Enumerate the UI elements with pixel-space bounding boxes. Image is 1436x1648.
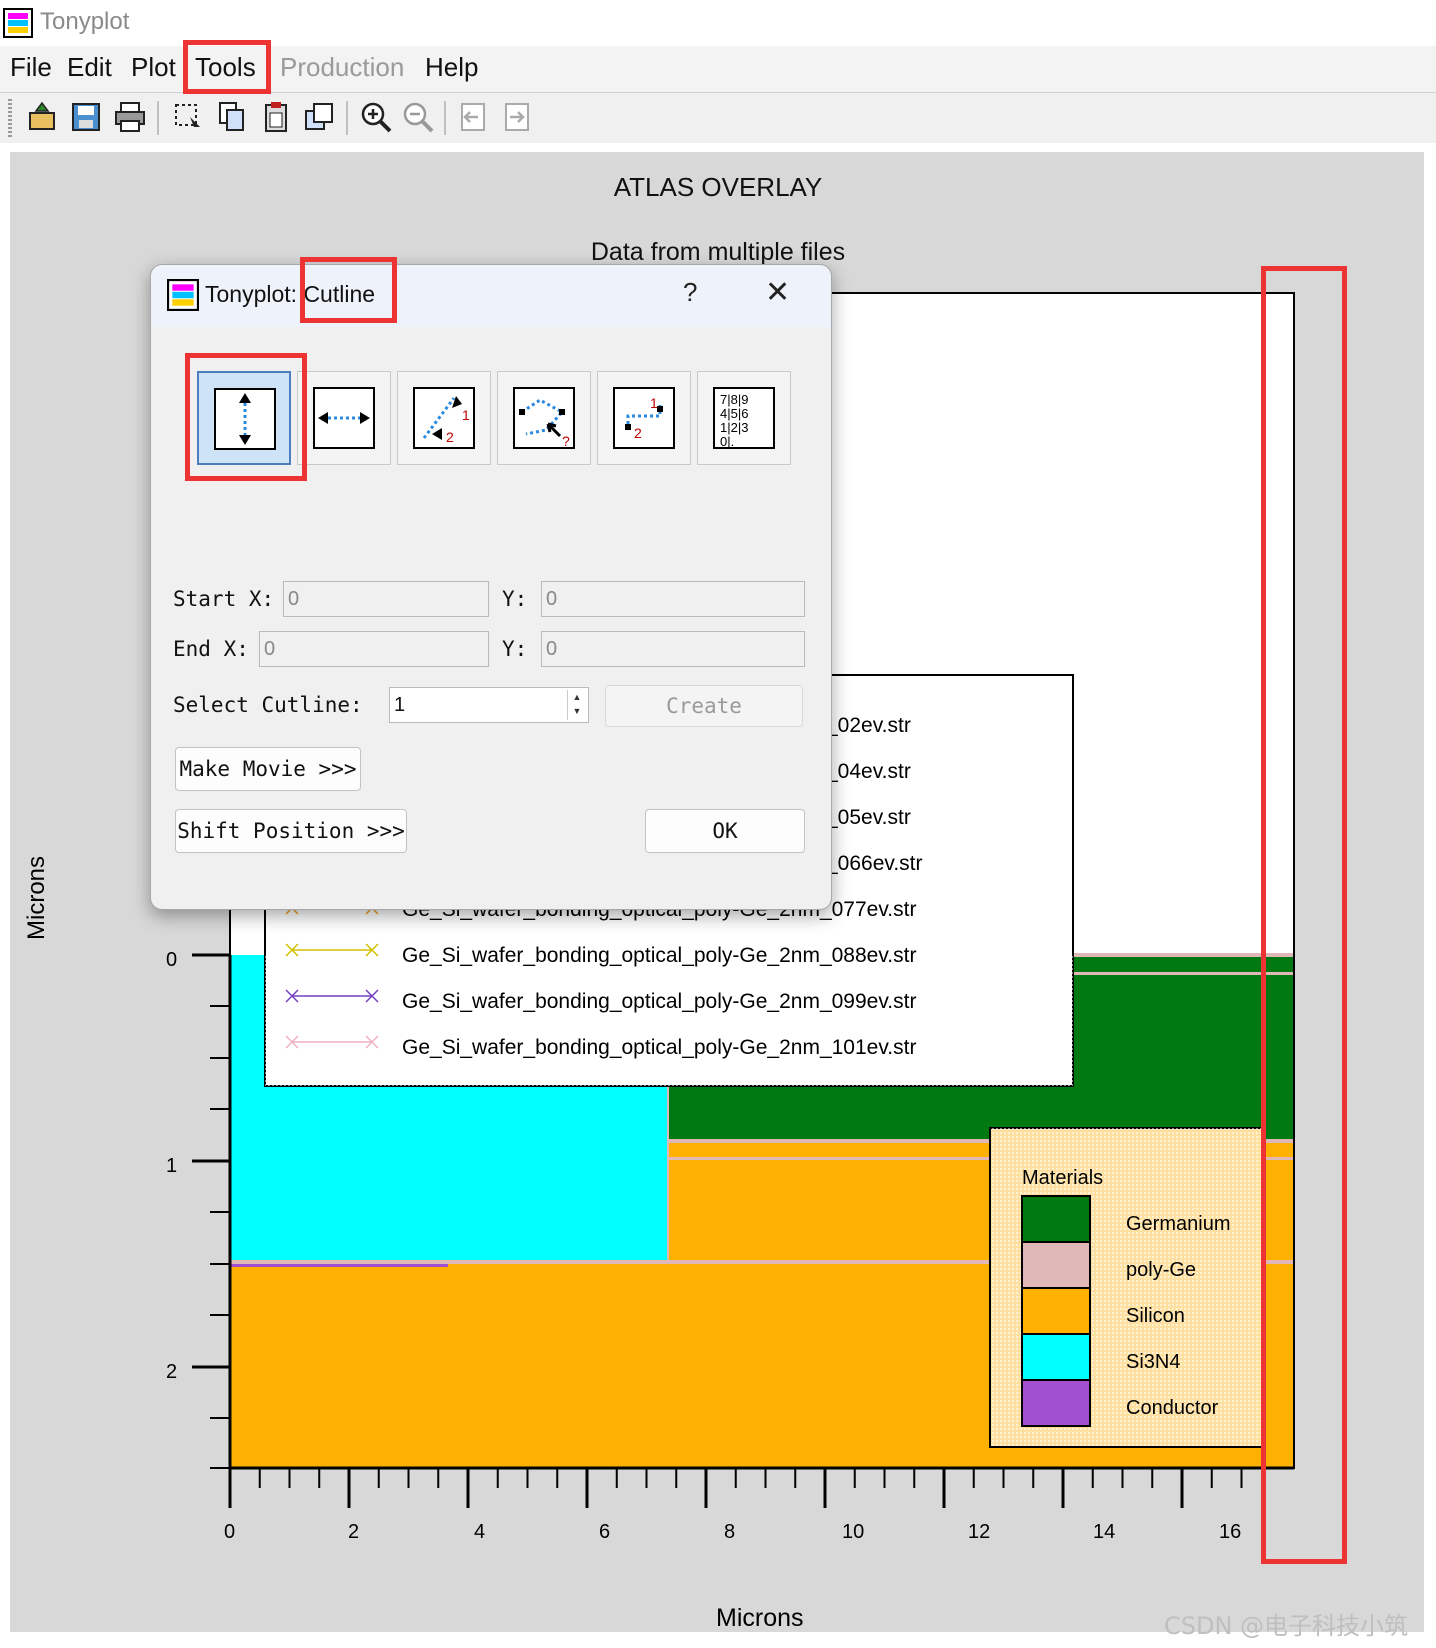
y-tick-label: 2 <box>166 1361 177 1383</box>
polyline-cutline-button[interactable]: ? <box>497 371 591 465</box>
x-tick-label: 4 <box>474 1521 485 1543</box>
file-legend-label: Ge_Si_wafer_bonding_optical_poly-Ge_2nm_… <box>402 944 916 967</box>
start-y-label: Y: <box>502 587 528 611</box>
y-tick-label: 0 <box>166 949 177 971</box>
close-button[interactable]: ✕ <box>765 275 790 310</box>
keypad-cutline-button[interactable]: 7|8|9 4|5|6 1|2|3 0|. <box>697 371 791 465</box>
material-swatch <box>1021 1379 1091 1427</box>
x-tick-label: 10 <box>842 1521 864 1543</box>
x-tick-label: 6 <box>599 1521 610 1543</box>
svg-text:2: 2 <box>446 429 454 445</box>
x-tick-label: 16 <box>1219 1521 1241 1543</box>
make-movie-button[interactable]: Make Movie >>> <box>175 747 361 791</box>
material-name: Conductor <box>1126 1397 1219 1419</box>
svg-text:?: ? <box>562 433 570 449</box>
x-axis-label: Microns <box>716 1604 804 1632</box>
select-cutline-spinner[interactable]: 1 ▲ ▼ <box>389 687 589 723</box>
material-name: Si3N4 <box>1126 1351 1180 1373</box>
end-x-input[interactable]: 0 <box>259 631 489 667</box>
horizontal-cutline-button[interactable] <box>297 371 391 465</box>
tonyplot-app-icon <box>167 279 199 311</box>
highlight-right-edge <box>1261 266 1347 1564</box>
spinner-arrows-icon[interactable]: ▲ ▼ <box>567 690 586 720</box>
highlight-tools-menu <box>183 40 271 94</box>
horizontal-cutline-icon <box>313 387 375 449</box>
materials-legend-title: Materials <box>1022 1167 1103 1189</box>
y-axis-label: Microns <box>23 856 50 940</box>
highlight-vertical-cutline <box>185 353 307 481</box>
svg-text:4|5|6: 4|5|6 <box>720 406 748 421</box>
y-tick-label: 1 <box>166 1155 177 1177</box>
arbitrary-cutline-icon: 1 2 <box>413 387 475 449</box>
material-name: Silicon <box>1126 1305 1185 1327</box>
select-cutline-value: 1 <box>394 694 406 716</box>
shift-position-button[interactable]: Shift Position >>> <box>175 809 407 853</box>
start-x-input[interactable]: 0 <box>283 581 489 617</box>
conductor-layer <box>230 1264 448 1267</box>
arbitrary-cutline-button[interactable]: 1 2 <box>397 371 491 465</box>
material-name: poly-Ge <box>1126 1259 1196 1281</box>
step-cutline-icon: 1 2 <box>613 387 675 449</box>
ok-button[interactable]: OK <box>645 809 805 853</box>
keypad-icon: 7|8|9 4|5|6 1|2|3 0|. <box>713 387 775 449</box>
svg-text:2: 2 <box>634 425 642 441</box>
svg-text:1: 1 <box>462 407 470 423</box>
material-swatch <box>1021 1241 1091 1289</box>
select-cutline-label: Select Cutline: <box>173 693 363 717</box>
material-swatch <box>1021 1287 1091 1335</box>
file-legend-label: Ge_Si_wafer_bonding_optical_poly-Ge_2nm_… <box>402 1036 916 1059</box>
x-tick-label: 0 <box>224 1521 235 1543</box>
file-legend-label: Ge_Si_wafer_bonding_optical_poly-Ge_2nm_… <box>402 990 916 1013</box>
watermark: CSDN @电子科技小筑 <box>1164 1612 1409 1640</box>
help-button[interactable]: ? <box>683 277 697 308</box>
x-tick-label: 8 <box>724 1521 735 1543</box>
cutline-dialog: Tonyplot: Cutline ? ✕ 1 2 ? 1 2 7|8|9 4|… <box>150 257 832 910</box>
file-legend-label: _05ev.str <box>825 806 911 829</box>
step-cutline-button[interactable]: 1 2 <box>597 371 691 465</box>
material-swatch <box>1021 1195 1091 1243</box>
polyline-cutline-icon: ? <box>513 387 575 449</box>
end-y-label: Y: <box>502 637 528 661</box>
file-legend-label: _066ev.str <box>825 852 923 875</box>
file-legend-label: _04ev.str <box>825 760 911 783</box>
svg-text:7|8|9: 7|8|9 <box>720 392 748 407</box>
material-name: Germanium <box>1126 1213 1230 1235</box>
highlight-cutline-title <box>300 257 397 323</box>
material-swatch <box>1021 1333 1091 1381</box>
end-x-label: End X: <box>173 637 249 661</box>
start-x-label: Start X: <box>173 587 275 611</box>
x-tick-label: 14 <box>1093 1521 1115 1543</box>
svg-text:1: 1 <box>650 395 658 411</box>
dialog-title-bar[interactable]: Tonyplot: Cutline ? ✕ <box>151 265 831 327</box>
svg-text:1|2|3: 1|2|3 <box>720 420 748 435</box>
start-y-input[interactable]: 0 <box>541 581 805 617</box>
create-button[interactable]: Create <box>605 685 803 727</box>
x-tick-label: 2 <box>348 1521 359 1543</box>
x-ticks <box>228 1468 1243 1508</box>
end-y-input[interactable]: 0 <box>541 631 805 667</box>
x-tick-label: 12 <box>968 1521 990 1543</box>
svg-text:0|.: 0|. <box>720 434 734 449</box>
file-legend-label: _02ev.str <box>825 714 911 737</box>
